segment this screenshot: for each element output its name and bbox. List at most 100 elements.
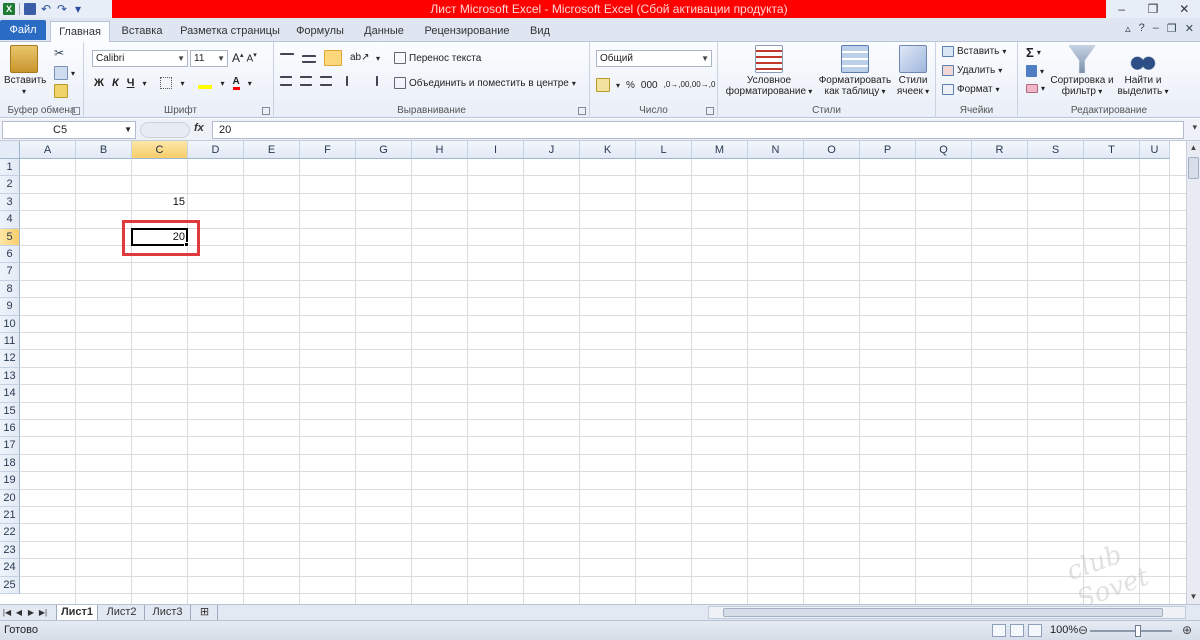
column-header-l[interactable]: L [636, 141, 692, 159]
italic-button[interactable]: К [112, 77, 119, 89]
insert-function-button[interactable]: fx [194, 122, 204, 134]
number-launcher-icon[interactable] [706, 107, 714, 115]
redo-icon[interactable]: ↷ [56, 3, 68, 15]
column-header-h[interactable]: H [412, 141, 468, 159]
autosum-button[interactable]: Σ ▾ [1026, 45, 1041, 60]
align-center-icon[interactable] [300, 76, 312, 86]
borders-icon[interactable] [160, 77, 173, 89]
next-sheet-icon[interactable]: ▶ [26, 606, 36, 619]
column-header-g[interactable]: G [356, 141, 412, 159]
name-box-dropdown-icon[interactable]: ▼ [124, 122, 132, 138]
row-header-17[interactable]: 17 [0, 437, 20, 455]
column-header-m[interactable]: M [692, 141, 748, 159]
align-right-icon[interactable] [320, 76, 332, 86]
tab-data[interactable]: Данные [356, 21, 412, 42]
shrink-font-icon[interactable]: A▾ [247, 51, 257, 64]
customize-qat-icon[interactable]: ▾ [72, 3, 84, 15]
column-header-j[interactable]: J [524, 141, 580, 159]
scroll-down-icon[interactable]: ▼ [1187, 590, 1200, 604]
row-header-4[interactable]: 4 [0, 211, 20, 229]
column-header-o[interactable]: O [804, 141, 860, 159]
currency-dropdown-icon[interactable]: ▾ [616, 81, 620, 90]
tab-file[interactable]: Файл [0, 20, 46, 40]
tab-review[interactable]: Рецензирование [420, 21, 514, 42]
underline-button[interactable]: Ч [127, 77, 135, 89]
last-sheet-icon[interactable]: ▶| [38, 606, 48, 619]
merge-center-button[interactable]: Объединить и поместить в центре ▾ [394, 77, 576, 89]
font-name-select[interactable]: Calibri ▼ [92, 50, 188, 67]
minimize-button[interactable]: – [1106, 0, 1137, 18]
zoom-in-icon[interactable]: ⊕ [1180, 623, 1194, 637]
borders-dropdown-icon[interactable]: ▾ [180, 79, 184, 88]
underline-dropdown-icon[interactable]: ▾ [142, 79, 146, 88]
row-header-8[interactable]: 8 [0, 280, 20, 299]
row-header-25[interactable]: 25 [0, 576, 20, 594]
sheet-tab-list2[interactable]: Лист2 [99, 605, 145, 620]
sheet-tab-list3[interactable]: Лист3 [145, 605, 191, 620]
excel-app-icon[interactable]: X [3, 3, 15, 15]
column-header-t[interactable]: T [1084, 141, 1140, 159]
row-header-3[interactable]: 3 [0, 193, 20, 212]
format-painter-button[interactable] [54, 84, 68, 98]
column-header-n[interactable]: N [748, 141, 804, 159]
paste-button[interactable]: Вставить ▾ [4, 45, 46, 97]
scroll-up-icon[interactable]: ▲ [1187, 141, 1200, 155]
insert-cells-button[interactable]: Вставить ▾ [942, 46, 1006, 57]
undo-icon[interactable]: ↶ [40, 3, 52, 15]
number-format-select[interactable]: Общий ▼ [596, 50, 712, 67]
help-icon[interactable]: ? [1139, 22, 1145, 35]
font-size-select[interactable]: 11 ▼ [190, 50, 228, 67]
row-header-6[interactable]: 6 [0, 246, 20, 264]
column-header-q[interactable]: Q [916, 141, 972, 159]
row-header-18[interactable]: 18 [0, 454, 20, 473]
column-header-p[interactable]: P [860, 141, 916, 159]
cell-c3[interactable]: 15 [132, 194, 188, 211]
column-header-d[interactable]: D [188, 141, 244, 159]
font-color-icon[interactable]: A [232, 76, 240, 90]
clear-button[interactable]: ▾ [1026, 84, 1045, 93]
first-sheet-icon[interactable]: |◀ [2, 606, 12, 619]
alignment-launcher-icon[interactable] [578, 107, 586, 115]
fill-color-dropdown-icon[interactable]: ▾ [220, 79, 224, 88]
tab-view[interactable]: Вид [522, 21, 558, 42]
expand-formula-bar-icon[interactable]: ▾ [1192, 122, 1197, 133]
column-header-c[interactable]: C [132, 141, 188, 159]
save-icon[interactable] [24, 3, 36, 15]
find-select-button[interactable]: Найти и выделить ▾ [1116, 45, 1170, 97]
horizontal-scroll-thumb[interactable] [723, 608, 1163, 617]
thousands-button[interactable]: 000 [641, 80, 658, 91]
column-header-f[interactable]: F [300, 141, 356, 159]
row-header-10[interactable]: 10 [0, 315, 20, 333]
page-layout-view-icon[interactable] [1010, 624, 1024, 637]
sheet-tab-list1[interactable]: Лист1 [56, 605, 98, 620]
close-button[interactable]: ✕ [1169, 0, 1200, 18]
row-header-13[interactable]: 13 [0, 367, 20, 386]
tab-home[interactable]: Главная [50, 21, 110, 43]
align-middle-icon[interactable] [302, 55, 316, 63]
align-bottom-icon[interactable] [324, 50, 342, 66]
decrease-decimal-button[interactable]: ,00→,0 [690, 81, 716, 89]
row-header-5[interactable]: 5 [0, 228, 20, 246]
bold-button[interactable]: Ж [94, 77, 104, 89]
workbook-close-icon[interactable]: ✕ [1185, 22, 1194, 35]
zoom-out-icon[interactable]: ⊖ [1076, 623, 1090, 637]
row-header-12[interactable]: 12 [0, 350, 20, 368]
orientation-dropdown-icon[interactable]: ▾ [376, 54, 380, 63]
new-sheet-icon[interactable]: ⊞ [192, 605, 218, 620]
worksheet-grid[interactable]: A B C D E F G H I J K L M N O P Q R S T U 1 2 3 4 5 6 7 8 9 10 11 12 13 14… [0, 141, 1186, 604]
workbook-minimize-icon[interactable]: – [1153, 22, 1159, 35]
zoom-level[interactable]: 100% [1050, 624, 1078, 636]
decrease-indent-icon[interactable] [346, 76, 358, 86]
clipboard-launcher-icon[interactable] [72, 107, 80, 115]
row-header-24[interactable]: 24 [0, 559, 20, 577]
row-header-19[interactable]: 19 [0, 472, 20, 490]
column-header-e[interactable]: E [244, 141, 300, 159]
vertical-scroll-thumb[interactable] [1188, 157, 1199, 179]
cell-styles-button[interactable]: Стили ячеек ▾ [894, 45, 932, 97]
name-box[interactable]: C5 ▼ [2, 121, 136, 139]
tab-page-layout[interactable]: Разметка страницы [176, 21, 284, 42]
sort-filter-button[interactable]: Сортировка и фильтр ▾ [1050, 45, 1114, 97]
font-launcher-icon[interactable] [262, 107, 270, 115]
font-color-dropdown-icon[interactable]: ▾ [248, 79, 252, 88]
cut-button[interactable]: ✂ [54, 46, 68, 60]
